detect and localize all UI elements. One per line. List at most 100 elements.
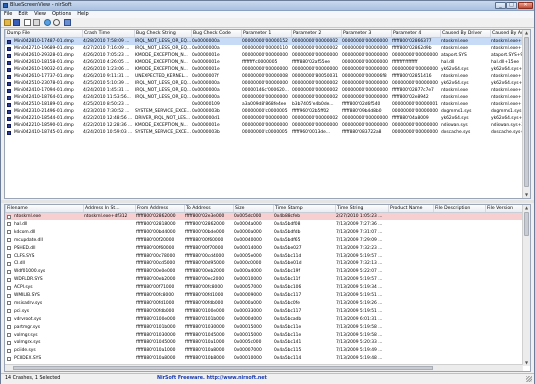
column-header[interactable]: Parameter 3 [341,30,391,37]
cell [485,276,525,283]
column-header[interactable]: File Version [485,205,525,212]
cell: ntoskrnl.exe+df312 [84,214,128,219]
driver-list-hscrollbar[interactable] [5,364,523,371]
cell: 7/13/2009 7:31:07 ... [336,229,383,235]
column-header[interactable]: Parameter 2 [291,30,341,37]
column-header[interactable]: Bug Check Code [191,30,241,37]
scroll-down-icon[interactable]: ▼ [523,360,530,366]
column-header[interactable]: Size [233,205,273,212]
scroll-down-icon[interactable]: ▼ [523,192,530,198]
dump-row[interactable]: Mini042710-19689-01.dmp 4/27/2010 7:16:09… [5,45,530,52]
column-header[interactable]: Filename [5,205,83,212]
resize-grip-icon[interactable] [526,376,532,382]
refresh-icon[interactable] [44,19,51,26]
properties-icon[interactable] [33,19,40,26]
cell [388,268,433,275]
menu-view[interactable]: View [31,11,49,18]
dump-row[interactable]: Mini042410-18764-01.dmp 4/24/2010 11:53:5… [5,94,530,101]
scroll-up-icon[interactable]: ▲ [523,30,530,36]
menu-options[interactable]: Options [49,11,74,18]
open-icon[interactable] [4,19,11,26]
about-icon[interactable] [64,19,71,26]
cell: 00000000'00000002 [292,88,338,93]
cell: fffff960'02b5ff02 [292,109,329,114]
column-header[interactable]: Dump File [5,30,82,37]
dump-list[interactable]: Dump File Crash Time Bug Check String Bug C… [4,29,531,199]
maximize-button[interactable]: □ [506,2,517,9]
pane-splitter[interactable] [1,200,534,203]
minimize-button[interactable]: _ [495,2,506,9]
driver-row[interactable]: partmgr.sys fffff880'0101b000 fffff880'010… [5,324,525,331]
driver-row[interactable]: volmgrx.sys fffff880'01045000 fffff880'010… [5,339,525,346]
dump-row[interactable]: Mini042810-17487-01.dmp 4/28/2010 7:58:09… [5,38,530,45]
driver-row[interactable]: volmgr.sys fffff880'01030000 fffff880'0104… [5,332,525,339]
dump-row[interactable]: Mini042410-17094-01.dmp 4/24/2010 1:45:31… [5,87,530,94]
driver-row[interactable]: WMILIB.SYS fffff880'00fc8000 fffff880'00fd… [5,292,525,299]
column-header[interactable]: From Address [135,205,184,212]
dump-row[interactable]: Mini042210-18590-01.dmp 4/22/2010 12:28:3… [5,122,530,129]
dump-row[interactable]: Mini042310-21496-01.dmp 4/23/2010 7:30:52… [5,108,530,115]
dump-row[interactable]: Mini042410-18745-01.dmp 4/24/2010 10:59:0… [5,129,530,136]
scroll-up-icon[interactable]: ▲ [523,205,530,211]
driver-row[interactable]: CI.dll fffff880'00cd5000 fffff880'00d95000… [5,260,525,267]
dump-file-icon [7,74,11,79]
cell: 4/24/2010 11:53:56... [83,95,131,100]
column-header[interactable]: Parameter 1 [241,30,291,37]
dump-list-header: Dump File Crash Time Bug Check String Bug C… [5,30,530,38]
driver-row[interactable]: vdrvroot.sys fffff880'0100e000 fffff880'01… [5,316,525,323]
driver-list-scrollbar[interactable]: ▲ ▼ [522,205,530,366]
menu-file[interactable]: File [1,11,15,18]
column-header[interactable]: Time Stamp [273,205,335,212]
column-header[interactable]: Parameter 4 [391,30,440,37]
hscroll-thumb[interactable] [13,366,433,370]
title-bar[interactable]: BlueScreenView - nirSoft _ □ ✕ [1,1,534,11]
scroll-thumb[interactable] [524,37,529,187]
close-button[interactable]: ✕ [518,2,533,9]
dump-row[interactable]: Mini042210-18544-01.dmp 4/22/2010 12:48:5… [5,115,530,122]
driver-row[interactable]: PCIIDEX.SYS fffff880'010a8000 fffff880'010… [5,355,525,362]
driver-row[interactable]: hal.dll fffff800'02818000 fffff800'0286200… [5,221,525,228]
save-icon[interactable] [13,19,20,26]
driver-list[interactable]: Filename Address In St... From Address To A… [4,204,531,372]
menu-help[interactable]: Help [74,11,91,18]
driver-row[interactable]: CLFS.SYS fffff880'00c78000 fffff880'00cd40… [5,253,525,260]
driver-row[interactable]: Wdf01000.sys fffff880'00e0e000 fffff880'00… [5,268,525,275]
status-credit-link[interactable]: NirSoft Freeware. http://www.nirsoft.net [157,375,267,383]
dump-row[interactable]: Mini042610-18158-01.dmp 4/26/2010 4:26:05… [5,59,525,66]
column-header[interactable]: Crash Time [82,30,134,37]
column-header[interactable]: Address In St... [83,205,135,212]
dump-row[interactable]: Mini042610-29328-01.dmp 4/26/2010 7:05:23… [5,52,530,59]
cell: 0x0000000a [192,88,220,93]
cell: Wdf01000.sys [14,269,46,275]
driver-row[interactable]: kdcom.dll fffff800'00bd4000 fffff800'00bde… [5,229,525,236]
driver-row[interactable]: WDFLDR.SYS fffff880'00eb2000 fffff880'00ec… [5,276,525,283]
copy-icon[interactable] [24,19,31,26]
driver-row[interactable]: ntoskrnl.exe ntoskrnl.exe+df312 fffff800'0… [5,213,525,220]
column-header[interactable]: Caused By Driver [440,30,490,37]
cell: 7/13/2009 7:32:13 ... [336,261,383,267]
dump-row[interactable]: Mini042510-23078-01.dmp 4/25/2010 5:10:39… [5,80,530,87]
find-icon[interactable] [53,19,60,26]
column-header[interactable]: Time String [335,205,388,212]
driver-row[interactable]: pci.sys fffff880'00fdb000 fffff880'0100e00… [5,308,525,315]
column-header[interactable]: Bug Check String [134,30,191,37]
cell: 00000000'000006f8 [342,74,387,79]
driver-row[interactable]: ACPI.sys fffff880'00f71000 fffff880'00fc80… [5,284,525,291]
driver-row[interactable]: PSHED.dll fffff880'00f60000 fffff880'00f70… [5,245,525,252]
driver-row[interactable]: pciide.sys fffff880'010a1000 fffff880'010a… [5,347,525,354]
column-header[interactable]: File Description [433,205,485,212]
driver-file-icon [7,317,11,322]
driver-row[interactable]: msisadrv.sys fffff880'00fd1000 fffff880'00… [5,300,525,307]
dump-row[interactable]: Mini042610-19032-01.dmp 4/26/2010 1:23:06… [5,66,530,73]
scroll-thumb[interactable] [524,212,529,236]
column-header[interactable]: Product Name [388,205,433,212]
cell [433,276,485,283]
dump-list-scrollbar[interactable]: ▲ ▼ [522,30,530,198]
driver-row[interactable]: mcupdate.dll fffff880'00f20000 fffff880'00… [5,237,525,244]
column-header[interactable]: To Address [184,205,233,212]
cell: 00000000'00000152 [242,39,288,44]
menu-edit[interactable]: Edit [15,11,31,18]
dump-row[interactable]: Mini042510-18189-01.dmp 4/25/2010 8:50:23… [5,101,530,108]
cell: Mini042310-21496-01.dmp [14,109,74,114]
dump-row[interactable]: Mini042610-17737-01.dmp 4/26/2010 9:11:31… [5,73,530,80]
